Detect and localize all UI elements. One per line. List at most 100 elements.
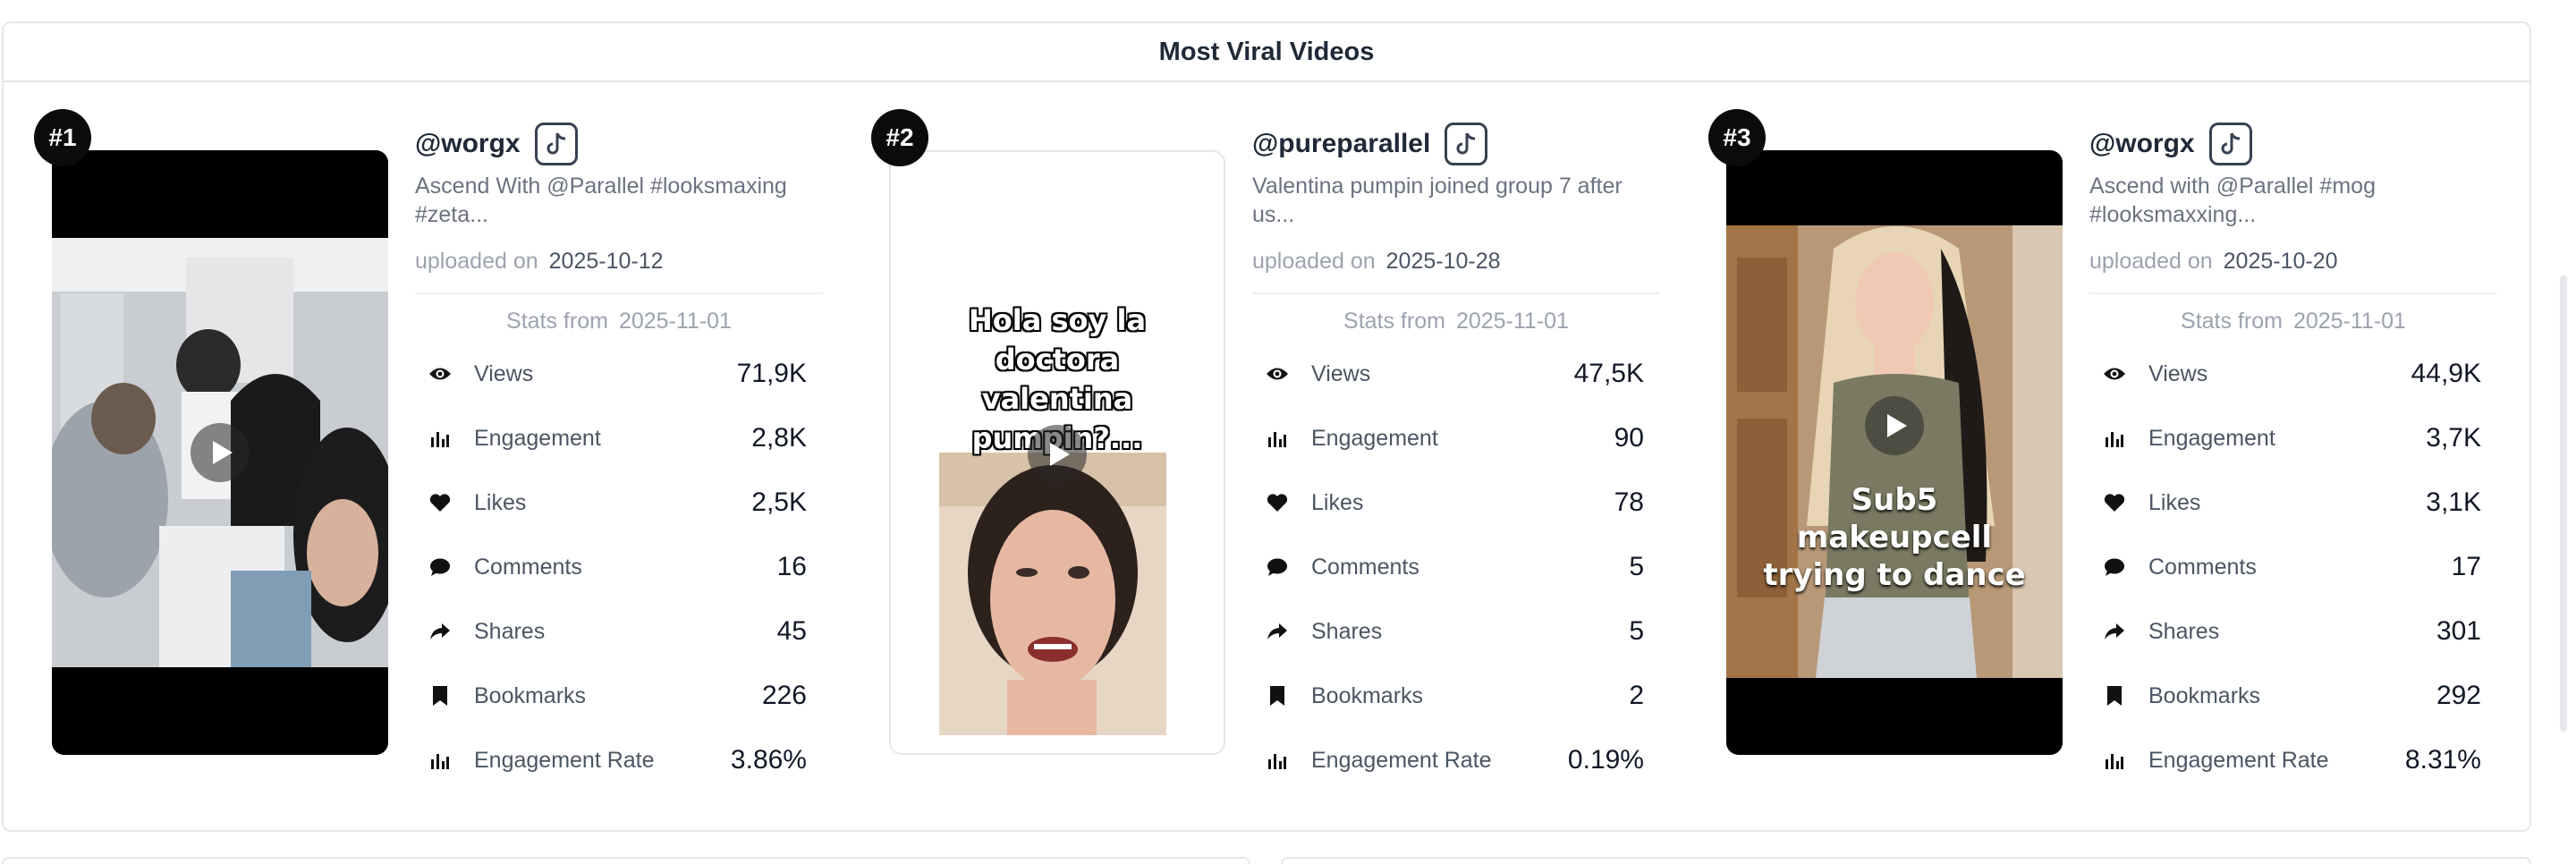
stat-value: 301 [2436, 616, 2481, 646]
stat-label: Shares [474, 618, 546, 644]
share-icon [2102, 619, 2127, 644]
stat-label: Likes [1311, 489, 1364, 515]
rank-badge: #1 [34, 109, 91, 166]
eye-icon [2102, 361, 2127, 386]
stat-value: 90 [1614, 423, 1644, 453]
stat-comments: Comments 16 [415, 535, 823, 599]
tiktok-icon[interactable] [1445, 123, 1488, 165]
stats-date-info: Stats from 2025-11-01 [1252, 309, 1660, 335]
divider [1252, 292, 1660, 294]
heart-icon [1265, 490, 1290, 515]
stat-views: Views 71,9K [415, 342, 823, 406]
video-thumbnail[interactable] [52, 150, 388, 755]
play-button[interactable] [191, 423, 250, 482]
stat-label: Engagement Rate [1311, 747, 1492, 773]
scrollbar[interactable] [2560, 275, 2567, 732]
upload-date: 2025-10-20 [2223, 249, 2338, 274]
next-panel-right [1281, 857, 2531, 864]
stat-label: Engagement [2148, 425, 2275, 451]
stat-label: Views [2148, 360, 2208, 386]
bookmark-icon [1265, 683, 1290, 708]
stat-engagement-rate: Engagement Rate 3.86% [415, 728, 823, 792]
stat-label: Likes [474, 489, 527, 515]
stats-from-label: Stats from [2181, 309, 2283, 334]
upload-info: uploaded on 2025-10-12 [415, 249, 823, 275]
most-viral-videos-panel: Most Viral Videos #1 @worgx Ascend With … [2, 21, 2531, 832]
divider [2089, 292, 2497, 294]
upload-date: 2025-10-28 [1385, 249, 1501, 274]
video-thumbnail[interactable]: Hola soy la doctora valentina pumpin?... [889, 150, 1225, 755]
stat-comments: Comments 17 [2089, 535, 2497, 599]
next-panel-left [2, 857, 1250, 864]
stat-engagement-rate: Engagement Rate 8.31% [2089, 728, 2497, 792]
stat-engagement: Engagement 90 [1252, 406, 1660, 470]
heart-icon [2102, 490, 2127, 515]
play-icon [1887, 414, 1907, 437]
stat-value: 3,7K [2426, 423, 2481, 453]
stat-value: 3,1K [2426, 487, 2481, 517]
stat-shares: Shares 45 [415, 599, 823, 664]
panel-header: Most Viral Videos [4, 23, 2529, 82]
stat-label: Bookmarks [2148, 682, 2261, 708]
tiktok-icon[interactable] [534, 123, 578, 165]
stat-value: 8.31% [2404, 745, 2481, 775]
stats-date: 2025-11-01 [618, 309, 732, 334]
comment-icon [1265, 555, 1290, 580]
stat-label: Shares [2148, 618, 2220, 644]
divider [415, 292, 823, 294]
stat-label: Bookmarks [1311, 682, 1424, 708]
bar-chart-icon [1265, 748, 1290, 773]
stats-date-info: Stats from 2025-11-01 [415, 309, 823, 335]
play-button[interactable] [1865, 396, 1924, 455]
eye-icon [428, 361, 453, 386]
heart-icon [428, 490, 453, 515]
video-card: #2 Hola soy la doctora valentina pumpin?… [871, 109, 1676, 807]
bar-chart-icon [428, 748, 453, 773]
bar-chart-icon [2102, 426, 2127, 451]
play-icon [1050, 443, 1070, 466]
username-link[interactable]: @pureparallel [1252, 129, 1430, 159]
upload-date: 2025-10-12 [548, 249, 664, 274]
stats-date: 2025-11-01 [2292, 309, 2406, 334]
comment-icon [2102, 555, 2127, 580]
stat-label: Views [1311, 360, 1371, 386]
tiktok-icon[interactable] [2208, 123, 2252, 165]
stat-engagement: Engagement 2,8K [415, 406, 823, 470]
video-thumbnail[interactable]: Sub5 makeupcell trying to dance [1726, 150, 2063, 755]
stat-value: 78 [1614, 487, 1644, 517]
video-info: @worgx Ascend with @Parallel #mog #looks… [2089, 122, 2497, 792]
uploaded-label: uploaded on [2089, 249, 2213, 274]
stat-value: 5 [1629, 552, 1644, 581]
stat-bookmarks: Bookmarks 2 [1252, 664, 1660, 728]
video-caption: Ascend With @Parallel #looksmaxing #zeta… [415, 174, 787, 227]
stat-views: Views 47,5K [1252, 342, 1660, 406]
stat-value: 44,9K [2411, 359, 2481, 388]
bar-chart-icon [428, 426, 453, 451]
rank-badge: #3 [1708, 109, 1766, 166]
stats-from-label: Stats from [506, 309, 608, 334]
panel-title: Most Viral Videos [1158, 37, 1375, 66]
stat-value: 5 [1629, 616, 1644, 646]
share-icon [428, 619, 453, 644]
bookmark-icon [2102, 683, 2127, 708]
eye-icon [1265, 361, 1290, 386]
video-info: @pureparallel Valentina pumpin joined gr… [1252, 122, 1660, 792]
upload-info: uploaded on 2025-10-28 [1252, 249, 1660, 275]
stat-label: Comments [474, 554, 582, 580]
stat-value: 47,5K [1573, 359, 1644, 388]
stat-label: Bookmarks [474, 682, 587, 708]
bookmark-icon [428, 683, 453, 708]
share-icon [1265, 619, 1290, 644]
stat-value: 2,5K [751, 487, 807, 517]
stat-shares: Shares 5 [1252, 599, 1660, 664]
username-link[interactable]: @worgx [415, 129, 521, 159]
stat-value: 17 [2451, 552, 2481, 581]
play-icon [213, 441, 233, 464]
stat-value: 3.86% [730, 745, 807, 775]
stat-likes: Likes 3,1K [2089, 470, 2497, 535]
bar-chart-icon [2102, 748, 2127, 773]
comment-icon [428, 555, 453, 580]
username-link[interactable]: @worgx [2089, 129, 2195, 159]
play-button[interactable] [1028, 425, 1087, 484]
uploaded-label: uploaded on [1252, 249, 1376, 274]
